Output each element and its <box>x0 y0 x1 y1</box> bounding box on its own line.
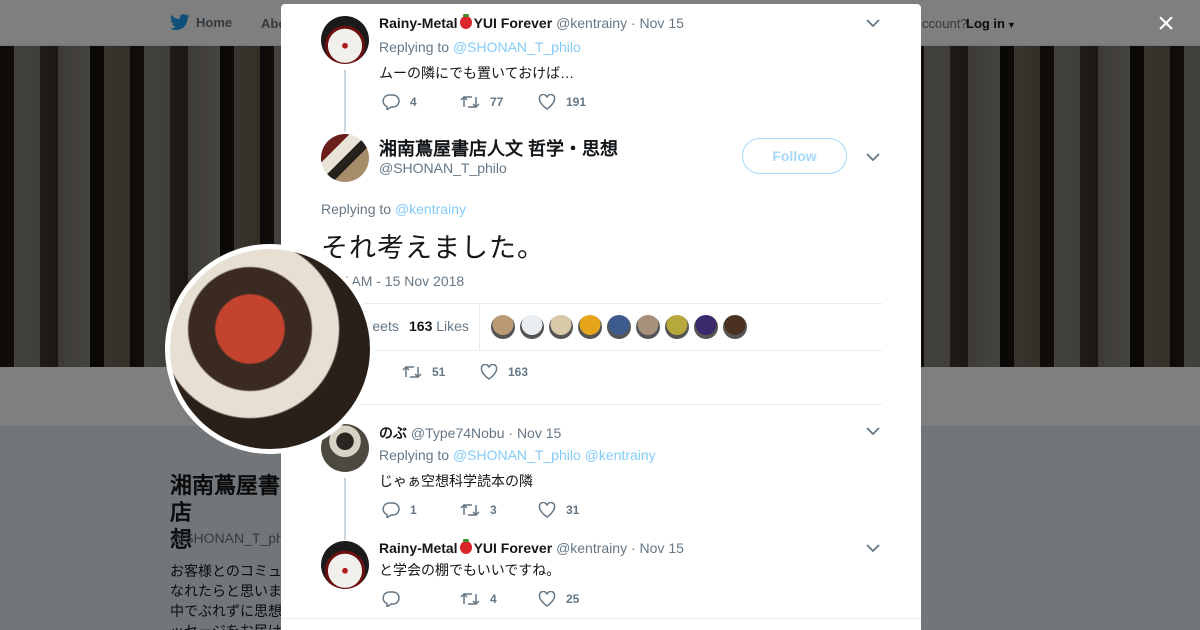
modal-footer-divider <box>281 618 921 619</box>
tweet-text: じゃぁ空想科学読本の隣 <box>379 473 533 489</box>
reply-button[interactable] <box>382 591 460 607</box>
likes-count: 163 <box>409 318 433 334</box>
author-name-suffix: YUI Forever <box>473 15 553 31</box>
heart-icon <box>538 502 556 518</box>
retweet-count: 4 <box>490 592 497 606</box>
like-button[interactable]: 163 <box>480 364 558 380</box>
reply-count: 1 <box>410 503 417 517</box>
author-handle[interactable]: @Type74Nobu <box>411 425 505 441</box>
focus-author-handle[interactable]: @SHONAN_T_philo <box>379 160 507 176</box>
retweet-count: 3 <box>490 503 497 517</box>
heart-icon <box>538 94 556 110</box>
chevron-down-icon[interactable] <box>865 15 881 31</box>
focus-author-name[interactable]: 湘南蔦屋書店人文 哲学・思想 <box>379 135 618 161</box>
liker-avatar[interactable] <box>607 315 631 339</box>
tweet-text: ムーの隣にでも置いておけば… <box>379 65 575 81</box>
divider <box>321 404 882 405</box>
liker-avatar[interactable] <box>694 315 718 339</box>
retweet-button[interactable]: 4 <box>460 591 538 607</box>
author-handle[interactable]: @kentrainy <box>556 540 627 556</box>
replying-to: Replying to @kentrainy <box>321 201 466 217</box>
avatar[interactable] <box>321 16 369 64</box>
tweet-date[interactable]: · Nov 15 <box>631 15 684 31</box>
tweet-header: のぶ @Type74Nobu · Nov 15 <box>379 423 561 443</box>
retweet-icon <box>402 365 422 379</box>
tweet-date[interactable]: · Nov 15 <box>631 540 684 556</box>
like-count: 25 <box>566 592 580 606</box>
avatar[interactable] <box>321 134 369 182</box>
chevron-down-icon[interactable] <box>865 149 881 165</box>
tweet-permalink-modal: Rainy-Metal YUI Forever @kentrainy · Nov … <box>281 4 921 630</box>
avatar[interactable] <box>321 541 369 589</box>
likers-avatars <box>491 315 747 339</box>
tomato-emoji-icon <box>459 539 472 554</box>
mention-link[interactable]: @SHONAN_T_philo <box>453 447 581 463</box>
reply-icon <box>382 591 400 607</box>
liker-avatar[interactable] <box>636 315 660 339</box>
author-name-part: Rainy-Metal <box>379 540 458 556</box>
author-name[interactable]: のぶ <box>379 425 407 441</box>
replying-to-label: Replying to <box>321 201 392 217</box>
close-modal-button[interactable]: × <box>1153 9 1179 39</box>
liker-avatar[interactable] <box>665 315 689 339</box>
tweet-text: と学会の棚でもいいですね。 <box>379 562 561 578</box>
retweet-count: 51 <box>432 365 446 379</box>
mention-link[interactable]: @kentrainy <box>395 201 466 217</box>
tweet-actions: 1 3 31 <box>382 502 616 518</box>
author-handle[interactable]: @kentrainy <box>556 15 627 31</box>
like-count: 191 <box>566 95 587 109</box>
author-name-part: Rainy-Metal <box>379 15 458 31</box>
tweet-header: Rainy-Metal YUI Forever @kentrainy · Nov … <box>379 539 684 556</box>
retweet-icon <box>460 592 480 606</box>
tweet-header: Rainy-Metal YUI Forever @kentrainy · Nov … <box>379 14 684 31</box>
mention-link[interactable]: @SHONAN_T_philo <box>453 39 581 55</box>
retweet-button[interactable]: 3 <box>460 502 538 518</box>
retweet-icon <box>460 95 480 109</box>
author-name[interactable]: Rainy-Metal YUI Forever <box>379 539 553 556</box>
author-name-suffix: YUI Forever <box>473 540 553 556</box>
reply-button[interactable]: 4 <box>382 94 460 110</box>
like-button[interactable]: 25 <box>538 591 616 607</box>
stats-divider <box>479 304 480 350</box>
focus-tweet-text: それ考えました。 <box>321 233 545 264</box>
like-count: 163 <box>508 365 529 379</box>
liker-avatar[interactable] <box>723 315 747 339</box>
tweet-date[interactable]: · Nov 15 <box>508 425 561 441</box>
replying-to-label: Replying to <box>379 39 450 55</box>
liker-avatar[interactable] <box>549 315 573 339</box>
tweet-stats: 51 Retweets 163 Likes <box>321 303 882 351</box>
replying-to-label: Replying to <box>379 447 450 463</box>
reply-icon <box>382 94 400 110</box>
like-count: 31 <box>566 503 580 517</box>
tomato-emoji-icon <box>459 14 472 29</box>
replying-to: Replying to @SHONAN_T_philo @kentrainy <box>379 447 656 463</box>
liker-avatar[interactable] <box>491 315 515 339</box>
likes-label: Likes <box>436 318 469 334</box>
reply-count: 4 <box>410 95 417 109</box>
liker-avatar[interactable] <box>520 315 544 339</box>
chevron-down-icon[interactable] <box>865 423 881 439</box>
reply-icon <box>382 502 400 518</box>
reply-button[interactable]: 1 <box>382 502 460 518</box>
profile-avatar[interactable] <box>165 244 375 454</box>
tweet-actions: 4 25 <box>382 591 616 607</box>
follow-button[interactable]: Follow <box>742 138 847 174</box>
tweet-actions: 4 77 191 <box>382 94 616 110</box>
mention-link[interactable]: @kentrainy <box>585 447 656 463</box>
retweet-count: 77 <box>490 95 504 109</box>
like-button[interactable]: 191 <box>538 94 616 110</box>
author-name[interactable]: Rainy-Metal YUI Forever <box>379 14 553 31</box>
likes-stat[interactable]: 163 Likes <box>409 318 469 334</box>
retweet-button[interactable]: 51 <box>402 364 480 380</box>
thread-connector-line <box>344 70 346 132</box>
retweet-button[interactable]: 77 <box>460 94 538 110</box>
liker-avatar[interactable] <box>578 315 602 339</box>
thread-connector-line <box>344 478 346 540</box>
replying-to: Replying to @SHONAN_T_philo <box>379 39 581 55</box>
heart-icon <box>538 591 556 607</box>
heart-icon <box>480 364 498 380</box>
chevron-down-icon[interactable] <box>865 540 881 556</box>
like-button[interactable]: 31 <box>538 502 616 518</box>
retweet-icon <box>460 503 480 517</box>
